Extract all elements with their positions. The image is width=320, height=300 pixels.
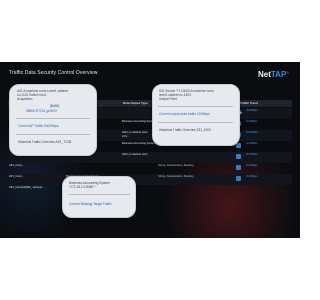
cell-trend: ICC/Mbps [246, 164, 258, 167]
cell-target: Business Accounting System [122, 120, 156, 123]
popup-text: Output Point [159, 97, 177, 101]
cell-name: AP1_Core(intel)00_ call.ayer... [9, 186, 45, 189]
table-row[interactable]: AP1_Core(intel)00_ call.ayer... Microsof… [8, 185, 292, 196]
cell-target: Business Accounting System [122, 142, 156, 145]
cell-trend: ICC/Mbps [246, 142, 258, 145]
popup-traffic-link[interactable]: Current output point traffic 120Mbps [159, 112, 210, 117]
divider [158, 106, 233, 107]
trend-icon[interactable] [236, 176, 241, 181]
cell-target: HAN_A machine room [122, 131, 148, 134]
table-row[interactable]: AP1_Core(... Sltring, Deduplication, Mas… [8, 163, 292, 174]
popup-port-text: 38500-R7231 ge0/0/0 [26, 109, 57, 113]
cell-trend: ICC/Mbps [246, 109, 258, 112]
cell-desc: Sltring, Deduplication, Masking [158, 164, 194, 167]
brand-text-accent: TAP [270, 70, 287, 79]
popup-history-link[interactable]: Historical Traffic Overview 331_1000 [159, 128, 211, 133]
popup-text: Acquisition [17, 97, 33, 101]
trend-icon[interactable] [236, 165, 241, 170]
cell-trend: ICC/Mbps [246, 153, 258, 156]
cell-target: HAN_A machine room [122, 153, 148, 156]
table-row[interactable]: AP1_Core(... Business Accounting System … [8, 174, 292, 185]
cell-desc: EXE... [122, 135, 130, 138]
dashboard-screen: Traffic Data Security Control Overview N… [0, 62, 300, 238]
popup-traffic-link[interactable]: Current Strategy Target Traffic [69, 202, 112, 207]
divider [158, 122, 233, 123]
cell-trend: ICC/Mbps [246, 175, 258, 178]
trend-icon[interactable] [236, 154, 241, 159]
divider [16, 118, 90, 119]
cell-name: AP1_Core(... [9, 164, 24, 167]
brand-mark: ® [286, 70, 290, 75]
page-title: Traffic Data Security Control Overview [9, 70, 98, 76]
popup-output-point[interactable]: 031 Source TY-10000 A machine room level… [152, 84, 240, 146]
brand-text: Net [258, 70, 271, 79]
title-bar: Traffic Data Security Control Overview N… [0, 62, 300, 82]
popup-strategy-target[interactable]: Business Accounting System *172.18.2.1:8… [62, 176, 136, 218]
cell-desc: Sltring, Deduplication, Masking [158, 175, 194, 178]
popup-acquisition-point[interactable]: A01 A machine room Level1 cabinet no.110… [9, 84, 97, 156]
cell-trend: ICC/Mbps [246, 120, 258, 123]
trend-icon[interactable] [236, 143, 241, 148]
popup-text: *172.18.2.1:8080 * [69, 185, 96, 189]
column-header-traffic-trend: Traffic Trend [240, 101, 259, 105]
popup-history-link[interactable]: Historical Traffic Overview AS1_TG28 [18, 140, 71, 145]
popup-traffic-link[interactable]: Current AP Traffic 5000Mbps [18, 124, 59, 129]
divider [68, 194, 130, 195]
brand-logo: NetTAP® [258, 70, 289, 79]
cell-name: AP1_Core(... [9, 175, 24, 178]
column-header-data-output-type: Data Output Type [123, 101, 148, 105]
cell-trend: ICC/Mbps [246, 131, 258, 134]
divider [16, 134, 90, 135]
dropdown-icon[interactable]: ▾ [240, 110, 242, 115]
